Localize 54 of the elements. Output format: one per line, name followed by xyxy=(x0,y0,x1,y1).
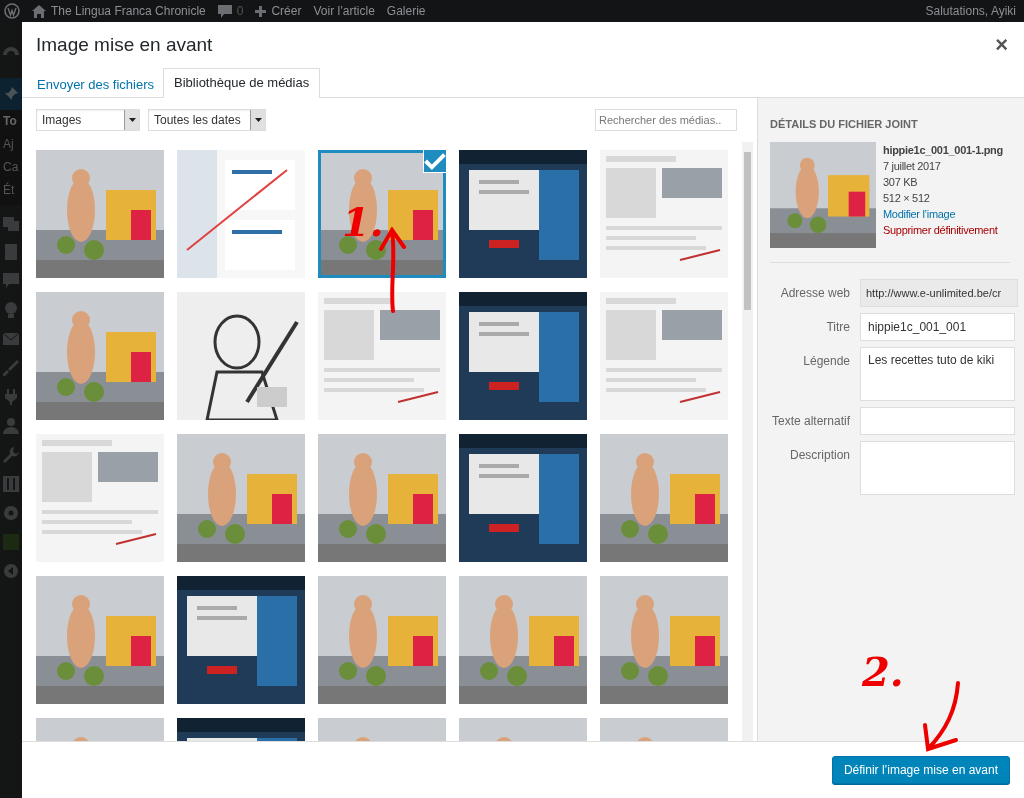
handwritten-number: 1. xyxy=(342,202,384,242)
admin-submenu-item[interactable]: To xyxy=(3,114,22,128)
tab[interactable]: Bibliothèque de médias xyxy=(163,68,321,98)
set-featured-image-button[interactable]: Définir l’image mise en avant xyxy=(831,756,1010,784)
field-label: Description xyxy=(788,447,850,462)
comment-icon xyxy=(217,4,232,18)
brush-icon[interactable] xyxy=(3,360,19,376)
field-label: Adresse web xyxy=(779,285,850,300)
wordpress-logo-icon[interactable] xyxy=(4,3,20,19)
mail-icon[interactable] xyxy=(3,331,19,347)
comments-icon[interactable] xyxy=(3,273,19,289)
greeting-link[interactable]: Salutations, Ayiki xyxy=(925,4,1016,18)
dropdown-arrow-icon xyxy=(254,118,262,122)
admin-bar-link[interactable]: Galerie xyxy=(386,4,426,18)
text-area[interactable]: Les recettes tuto de kiki xyxy=(860,347,1015,401)
dropdown-arrow-icon xyxy=(128,118,136,122)
plus-icon xyxy=(255,5,267,17)
text-area[interactable] xyxy=(860,441,1015,495)
site-name-link[interactable]: The Lingua Franca Chronicle xyxy=(51,4,206,18)
text-field[interactable] xyxy=(860,407,1015,435)
scrollbar-thumb[interactable] xyxy=(744,152,751,310)
user-icon[interactable] xyxy=(3,418,19,434)
field-label: Titre xyxy=(825,319,850,334)
tab[interactable]: Envoyer des fichiers xyxy=(28,70,164,98)
section-heading: DÉTAILS DU FICHIER JOINT xyxy=(770,118,919,130)
admin-bar-link[interactable]: Créer xyxy=(271,4,302,18)
search-field[interactable]: Rechercher des médias.. xyxy=(595,109,737,131)
home-icon xyxy=(32,4,46,18)
file-name: hippie1c_001_001-1.png xyxy=(883,143,1003,158)
lightbulb-icon[interactable] xyxy=(3,302,19,318)
close-button[interactable]: × xyxy=(995,35,1008,55)
wrench-icon[interactable] xyxy=(3,447,19,463)
pages-icon[interactable] xyxy=(3,244,19,260)
field-label: Légende xyxy=(802,353,850,368)
text-field[interactable]: hippie1c_001_001 xyxy=(860,313,1015,341)
upload-date: 7 juillet 2017 xyxy=(883,159,942,174)
media-icon[interactable] xyxy=(3,215,19,231)
filter-dropdown[interactable]: Toutes les dates xyxy=(148,109,266,131)
scrollbar[interactable] xyxy=(742,142,753,741)
image-dimensions: 512 × 512 xyxy=(883,191,931,206)
handwritten-number: 2. xyxy=(862,652,904,692)
url-field[interactable]: http://www.e-unlimited.be/cr xyxy=(860,279,1018,307)
edit-image-link[interactable]: Modifier l’image xyxy=(883,206,1003,222)
plug-icon[interactable] xyxy=(3,389,19,405)
collapse-icon[interactable] xyxy=(3,563,19,579)
modal-title: Image mise en avant xyxy=(36,34,214,56)
pin-icon[interactable] xyxy=(4,87,18,101)
sliders-icon[interactable] xyxy=(3,476,19,492)
filter-dropdown[interactable]: Images xyxy=(36,109,140,131)
delete-link[interactable]: Supprimer définitivement xyxy=(883,222,1003,238)
file-size: 307 KB xyxy=(883,175,919,190)
field-label: Texte alternatif xyxy=(770,413,850,428)
settings-icon[interactable] xyxy=(3,505,19,521)
admin-bar-link[interactable]: Voir l’article xyxy=(313,4,375,18)
